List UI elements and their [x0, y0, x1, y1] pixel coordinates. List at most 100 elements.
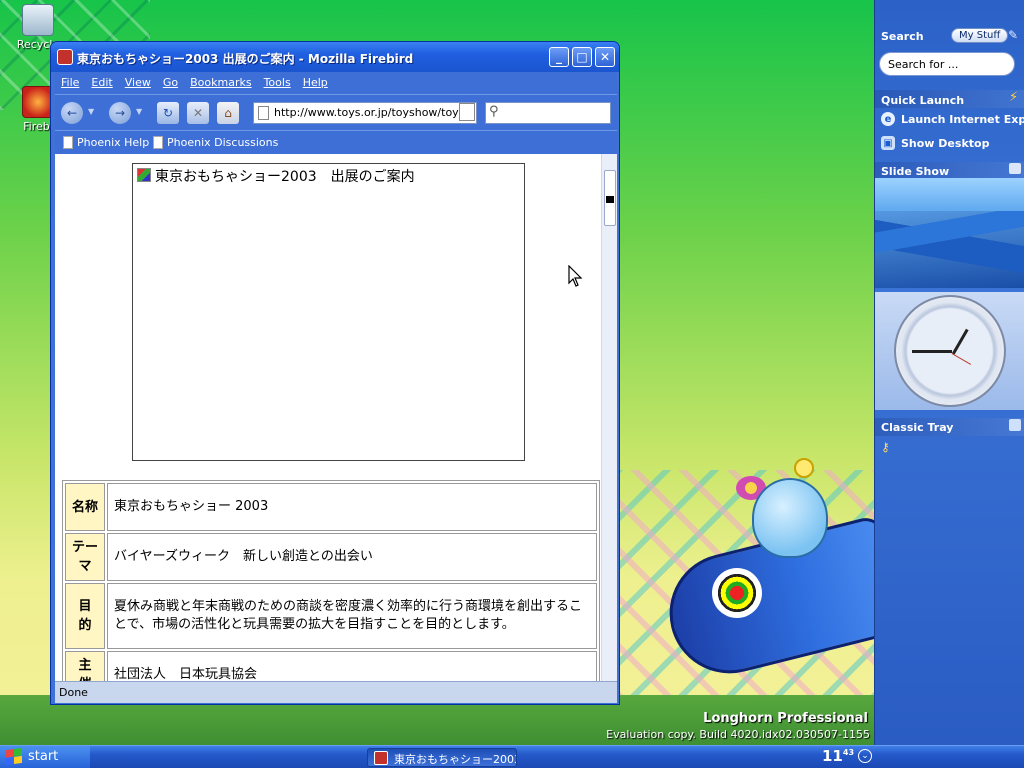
- os-edition-text: Longhorn Professional: [703, 711, 868, 726]
- mouse-cursor-icon: [568, 265, 583, 287]
- table-row: テーマ バイヤーズウィーク 新しい創造との出会い: [65, 533, 597, 581]
- bookmark-phoenix-help[interactable]: Phoenix Help: [63, 136, 149, 149]
- bookmark-page-icon: [63, 136, 73, 149]
- menu-bookmarks[interactable]: Bookmarks: [184, 72, 257, 89]
- clock-minute-hand: [912, 350, 952, 353]
- chao-character-image: [752, 478, 828, 558]
- banner-image-placeholder: 東京おもちゃショー2003 出展のご案内: [132, 163, 525, 461]
- taskbar-clock[interactable]: 1143: [822, 747, 854, 765]
- home-icon[interactable]: ⌂: [217, 102, 239, 124]
- event-info-table: 名称 東京おもちゃショー 2003 テーマ バイヤーズウィーク 新しい創造との出…: [62, 480, 600, 681]
- row-value: 社団法人 日本玩具協会: [107, 651, 597, 681]
- tray-settings-icon[interactable]: [1009, 419, 1021, 431]
- status-bar: Done: [55, 681, 617, 703]
- vertical-scrollbar[interactable]: [601, 154, 617, 681]
- start-button[interactable]: start: [0, 746, 90, 768]
- quick-launch-label: Show Desktop: [901, 136, 990, 150]
- sidebar: Search My Stuff ✎ Search for ... Quick L…: [874, 0, 1024, 745]
- row-key: 主催: [65, 651, 105, 681]
- row-value: バイヤーズウィーク 新しい創造との出会い: [107, 533, 597, 581]
- taskbar-item-label: 東京おもちゃショー2003 出展のご案内 - Mozil: [394, 753, 517, 766]
- menu-file[interactable]: File: [55, 72, 85, 89]
- recycle-bin-icon: [22, 4, 54, 36]
- stop-icon[interactable]: ✕: [187, 102, 209, 124]
- taskbar-item-firebird[interactable]: 東京おもちゃショー2003 出展のご案内 - Mozil: [367, 748, 517, 767]
- menu-help[interactable]: Help: [297, 72, 334, 89]
- row-key-text: 名称: [71, 499, 98, 515]
- row-value: 東京おもちゃショー 2003: [107, 483, 597, 531]
- quick-launch-item-show-desktop[interactable]: ▣ Show Desktop: [881, 136, 989, 150]
- slide-show-title: Slide Show: [881, 165, 950, 178]
- close-button[interactable]: ✕: [595, 47, 615, 67]
- minimize-button[interactable]: _: [549, 47, 569, 67]
- quick-launch-title: Quick Launch: [881, 94, 965, 107]
- row-key-text: 主催: [78, 658, 92, 681]
- row-value: 夏休み商戦と年末商戦のための商談を密度濃く効率的に行う商環境を創出することで、市…: [107, 583, 597, 649]
- clock-second-hand: [951, 353, 972, 365]
- web-search-input[interactable]: ⚲: [485, 102, 611, 124]
- broken-image-icon: [137, 168, 151, 182]
- maximize-button[interactable]: □: [572, 47, 592, 67]
- table-row: 名称 東京おもちゃショー 2003: [65, 483, 597, 531]
- lightning-icon: ⚡: [1009, 90, 1019, 105]
- go-icon[interactable]: [459, 103, 475, 121]
- window-titlebar[interactable]: 東京おもちゃショー2003 出展のご案内 - Mozilla Firebird …: [51, 42, 619, 72]
- slide-show-image[interactable]: [875, 178, 1024, 288]
- my-stuff-button[interactable]: My Stuff: [951, 28, 1009, 43]
- url-text: http://www.toys.or.jp/toyshow/toysl: [274, 106, 468, 119]
- table-row: 主催 社団法人 日本玩具協会: [65, 651, 597, 681]
- bookmark-page-icon: [153, 136, 163, 149]
- page-icon: [258, 106, 269, 120]
- camera-icon[interactable]: [1009, 163, 1021, 174]
- clock-minute: 43: [842, 748, 855, 757]
- menu-go[interactable]: Go: [157, 72, 184, 89]
- show-desktop-icon: ▣: [881, 136, 895, 150]
- taskbar: start 東京おもちゃショー2003 出展のご案内 - Mozil 1143 …: [0, 745, 1024, 768]
- menu-tools[interactable]: Tools: [258, 72, 297, 89]
- row-key-text: 目的: [78, 599, 92, 633]
- row-key: 名称: [65, 483, 105, 531]
- status-text: Done: [59, 686, 88, 699]
- reload-icon[interactable]: ↻: [157, 102, 179, 124]
- bookmark-label: Phoenix Discussions: [167, 136, 279, 149]
- menu-bar: File Edit View Go Bookmarks Tools Help: [55, 72, 617, 94]
- menu-view[interactable]: View: [119, 72, 157, 89]
- quick-launch-label: Launch Internet Explorer: [901, 112, 1024, 126]
- forward-icon[interactable]: →: [109, 102, 131, 124]
- clock-tile: [875, 292, 1024, 410]
- menu-edit[interactable]: Edit: [85, 72, 118, 89]
- page-content: 東京おもちゃショー2003 出展のご案内 名称 東京おもちゃショー 2003 テ…: [55, 154, 617, 681]
- firebird-app-icon: [57, 49, 73, 65]
- chao-ball-image: [794, 458, 814, 478]
- bookmark-phoenix-discussions[interactable]: Phoenix Discussions: [153, 136, 278, 149]
- clock-hour: 11: [822, 747, 843, 765]
- url-input[interactable]: http://www.toys.or.jp/toyshow/toysl: [253, 102, 477, 124]
- search-icon: ⚲: [489, 104, 499, 119]
- back-icon[interactable]: ←: [61, 102, 83, 124]
- browser-window: 東京おもちゃショー2003 出展のご案内 - Mozilla Firebird …: [50, 41, 620, 705]
- classic-tray-title: Classic Tray: [881, 421, 954, 434]
- analog-clock-icon: [894, 295, 1006, 407]
- window-title: 東京おもちゃショー2003 出展のご案内 - Mozilla Firebird: [77, 52, 414, 66]
- firebird-app-icon: [374, 751, 388, 765]
- tray-key-icon[interactable]: ⚷: [881, 440, 890, 454]
- sidebar-search-title: Search: [881, 30, 924, 43]
- banner-alt-text: 東京おもちゃショー2003 出展のご案内: [155, 169, 415, 185]
- ie-icon: e: [881, 112, 895, 126]
- row-key: 目的: [65, 583, 105, 649]
- pin-icon[interactable]: ✎: [1008, 28, 1018, 42]
- table-row: 目的 夏休み商戦と年末商戦のための商談を密度濃く効率的に行う商環境を創出すること…: [65, 583, 597, 649]
- row-key: テーマ: [65, 533, 105, 581]
- row-key-text: テーマ: [71, 540, 98, 574]
- desktop-icon-label: Firebi: [23, 120, 53, 133]
- back-history-dropdown-icon[interactable]: ▼: [88, 107, 94, 116]
- build-text: Evaluation copy. Build 4020.idx02.030507…: [606, 728, 870, 741]
- chevron-down-icon[interactable]: ⌄: [858, 749, 872, 763]
- forward-history-dropdown-icon[interactable]: ▼: [136, 107, 142, 116]
- quick-launch-item-internet-explorer[interactable]: e Launch Internet Explorer: [881, 112, 1024, 126]
- koinobori-eye-image: [712, 568, 762, 618]
- scrollbar-grip-icon: [606, 196, 614, 203]
- bookmarks-toolbar: Phoenix Help Phoenix Discussions: [55, 130, 617, 154]
- windows-logo-icon: [6, 747, 22, 766]
- sidebar-search-input[interactable]: Search for ...: [879, 52, 1015, 76]
